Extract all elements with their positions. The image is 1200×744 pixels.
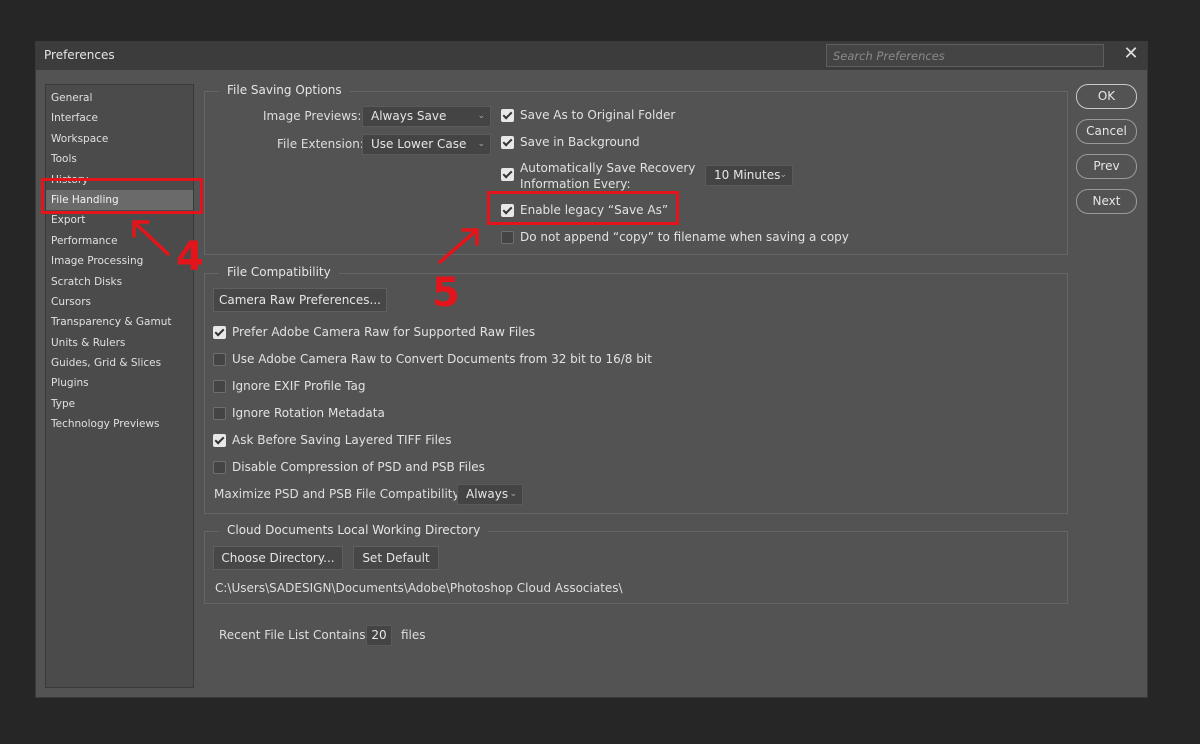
image-previews-dropdown[interactable]: Always Save ⌄ bbox=[362, 106, 491, 127]
compat-option-2[interactable]: Ignore EXIF Profile Tag bbox=[213, 378, 365, 394]
annotation-step-5: 5 bbox=[432, 270, 460, 316]
recent-files-label: Recent File List Contains: bbox=[219, 628, 370, 642]
maximize-compat-dropdown[interactable]: Always ⌄ bbox=[457, 484, 523, 505]
check-icon bbox=[501, 204, 514, 217]
dialog-title: Preferences bbox=[44, 48, 115, 62]
image-previews-label: Image Previews: bbox=[263, 109, 362, 123]
next-button[interactable]: Next bbox=[1076, 189, 1137, 214]
auto-save-checkbox[interactable]: Automatically Save Recovery Information … bbox=[501, 160, 695, 192]
compat-option-1[interactable]: Use Adobe Camera Raw to Convert Document… bbox=[213, 351, 652, 367]
cloud-docs-title: Cloud Documents Local Working Directory bbox=[219, 523, 489, 537]
recent-files-unit: files bbox=[401, 628, 426, 642]
preferences-dialog: Preferences ✕ General Interface Workspac… bbox=[35, 41, 1148, 698]
cancel-button[interactable]: Cancel bbox=[1076, 119, 1137, 144]
sidebar: General Interface Workspace Tools Histor… bbox=[45, 84, 194, 688]
set-default-button[interactable]: Set Default bbox=[353, 546, 439, 570]
auto-save-interval-dropdown[interactable]: 10 Minutes ⌄ bbox=[705, 165, 793, 186]
chevron-down-icon: ⌄ bbox=[477, 111, 485, 121]
recent-files-input[interactable]: 20 bbox=[366, 625, 392, 646]
compat-option-4[interactable]: Ask Before Saving Layered TIFF Files bbox=[213, 432, 452, 448]
sidebar-item-cursors[interactable]: Cursors bbox=[46, 292, 193, 312]
compat-option-0[interactable]: Prefer Adobe Camera Raw for Supported Ra… bbox=[213, 324, 535, 340]
sidebar-item-performance[interactable]: Performance bbox=[46, 231, 193, 251]
maximize-compat-label: Maximize PSD and PSB File Compatibility: bbox=[214, 487, 463, 501]
file-compat-title: File Compatibility bbox=[219, 265, 339, 279]
sidebar-item-units-rulers[interactable]: Units & Rulers bbox=[46, 333, 193, 353]
compat-option-3[interactable]: Ignore Rotation Metadata bbox=[213, 405, 385, 421]
no-copy-append-checkbox[interactable]: Do not append “copy” to filename when sa… bbox=[501, 229, 849, 245]
checkbox-empty-icon bbox=[213, 380, 226, 393]
ok-button[interactable]: OK bbox=[1076, 84, 1137, 109]
sidebar-item-interface[interactable]: Interface bbox=[46, 108, 193, 128]
file-saving-title: File Saving Options bbox=[219, 83, 350, 97]
sidebar-item-guides-grid-slices[interactable]: Guides, Grid & Slices bbox=[46, 353, 193, 373]
sidebar-item-transparency-gamut[interactable]: Transparency & Gamut bbox=[46, 312, 193, 332]
sidebar-item-file-handling[interactable]: File Handling bbox=[46, 189, 193, 211]
check-icon bbox=[501, 109, 514, 122]
file-extension-value: Use Lower Case bbox=[371, 137, 467, 151]
sidebar-item-image-processing[interactable]: Image Processing bbox=[46, 251, 193, 271]
check-icon bbox=[213, 326, 226, 339]
sidebar-item-export[interactable]: Export bbox=[46, 210, 193, 230]
chevron-down-icon: ⌄ bbox=[779, 170, 787, 180]
check-icon bbox=[501, 136, 514, 149]
file-extension-label: File Extension: bbox=[277, 137, 364, 151]
save-background-checkbox[interactable]: Save in Background bbox=[501, 134, 640, 150]
sidebar-item-history[interactable]: History bbox=[46, 170, 193, 190]
sidebar-item-workspace[interactable]: Workspace bbox=[46, 129, 193, 149]
checkbox-empty-icon bbox=[213, 353, 226, 366]
legacy-save-as-checkbox[interactable]: Enable legacy “Save As” bbox=[501, 202, 668, 218]
sidebar-item-technology-previews[interactable]: Technology Previews bbox=[46, 414, 193, 434]
chevron-down-icon: ⌄ bbox=[477, 139, 485, 149]
close-icon[interactable]: ✕ bbox=[1120, 44, 1142, 66]
sidebar-item-plugins[interactable]: Plugins bbox=[46, 373, 193, 393]
file-extension-dropdown[interactable]: Use Lower Case ⌄ bbox=[362, 134, 491, 155]
search-input[interactable] bbox=[826, 44, 1104, 67]
check-icon bbox=[213, 434, 226, 447]
sidebar-item-tools[interactable]: Tools bbox=[46, 149, 193, 169]
auto-save-label-line2: Information Every: bbox=[520, 177, 631, 191]
checkbox-empty-icon bbox=[213, 407, 226, 420]
sidebar-item-scratch-disks[interactable]: Scratch Disks bbox=[46, 272, 193, 292]
cloud-path: C:\Users\SADESIGN\Documents\Adobe\Photos… bbox=[215, 581, 623, 595]
check-icon bbox=[501, 168, 514, 181]
sidebar-item-type[interactable]: Type bbox=[46, 394, 193, 414]
choose-directory-button[interactable]: Choose Directory... bbox=[213, 546, 343, 570]
annotation-step-4: 4 bbox=[176, 234, 204, 280]
save-original-folder-checkbox[interactable]: Save As to Original Folder bbox=[501, 107, 675, 123]
image-previews-value: Always Save bbox=[371, 109, 447, 123]
chevron-down-icon: ⌄ bbox=[509, 489, 517, 499]
auto-save-label-line1: Automatically Save Recovery bbox=[520, 161, 696, 175]
maximize-compat-value: Always bbox=[466, 487, 509, 501]
compat-option-5[interactable]: Disable Compression of PSD and PSB Files bbox=[213, 459, 485, 475]
checkbox-empty-icon bbox=[501, 231, 514, 244]
checkbox-empty-icon bbox=[213, 461, 226, 474]
prev-button[interactable]: Prev bbox=[1076, 154, 1137, 179]
sidebar-item-general[interactable]: General bbox=[46, 88, 193, 108]
auto-save-interval-value: 10 Minutes bbox=[714, 168, 781, 182]
title-bar: Preferences ✕ bbox=[36, 42, 1147, 70]
camera-raw-preferences-button[interactable]: Camera Raw Preferences... bbox=[213, 288, 387, 312]
